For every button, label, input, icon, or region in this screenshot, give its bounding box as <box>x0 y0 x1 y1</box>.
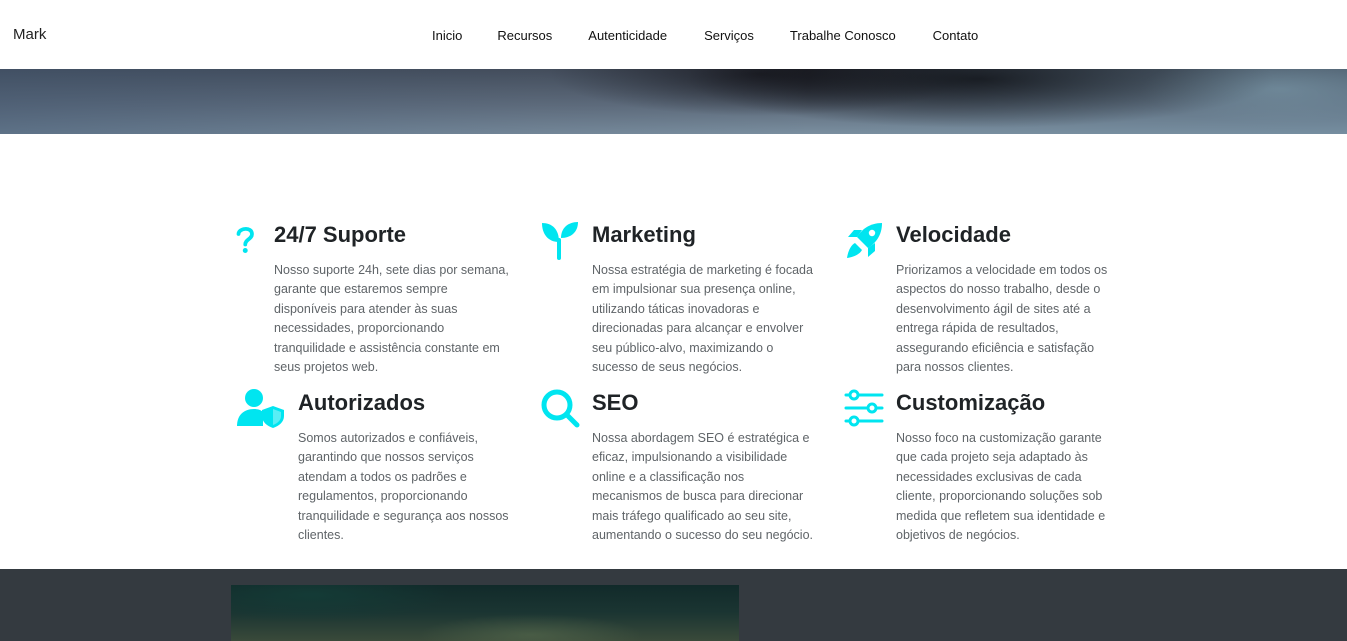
nav-link-servicos[interactable]: Serviços <box>704 28 754 43</box>
nav-link-trabalhe-conosco[interactable]: Trabalhe Conosco <box>790 28 896 43</box>
features-section: 24/7 Suporte Nosso suporte 24h, sete dia… <box>0 134 1347 569</box>
nav-link-contato[interactable]: Contato <box>933 28 979 43</box>
navbar: Mark Inicio Recursos Autenticidade Servi… <box>0 0 1347 69</box>
feature-title: Customização <box>896 390 1046 415</box>
rocket-icon <box>847 223 882 258</box>
feature-title: 24/7 Suporte <box>274 222 407 247</box>
brand-logo[interactable]: Mark <box>13 26 46 43</box>
dark-section <box>0 569 1347 641</box>
feature-title: SEO <box>592 390 639 415</box>
feature-customizacao: Customização Nosso foco na customização … <box>844 388 1134 548</box>
user-shield-icon <box>237 389 284 428</box>
feature-title: Autorizados <box>298 390 426 415</box>
feature-suporte: 24/7 Suporte Nosso suporte 24h, sete dia… <box>234 220 514 380</box>
feature-description: Nosso suporte 24h, sete dias por semana,… <box>274 263 509 375</box>
feature-description: Priorizamos a velocidade em todos os asp… <box>896 263 1108 375</box>
section-image <box>231 585 739 641</box>
feature-description: Nossa abordagem SEO é estratégica e efic… <box>592 431 813 543</box>
feature-description: Nosso foco na customização garante que c… <box>896 431 1106 543</box>
feature-seo: SEO Nossa abordagem SEO é estratégica e … <box>540 388 820 568</box>
feature-title: Velocidade <box>896 222 1011 247</box>
feature-description: Somos autorizados e confiáveis, garantin… <box>298 431 509 543</box>
feature-title: Marketing <box>592 222 696 247</box>
search-icon <box>541 389 580 428</box>
nav-menu: Inicio Recursos Autenticidade Serviços T… <box>432 27 978 45</box>
feature-description: Nossa estratégia de marketing é focada e… <box>592 263 813 375</box>
feature-velocidade: Velocidade Priorizamos a velocidade em t… <box>844 220 1134 380</box>
nav-link-inicio[interactable]: Inicio <box>432 28 462 43</box>
sprout-icon <box>542 222 578 260</box>
nav-link-autenticidade[interactable]: Autenticidade <box>588 28 667 43</box>
nav-link-recursos[interactable]: Recursos <box>497 28 552 43</box>
question-icon <box>236 227 254 253</box>
sliders-icon <box>844 389 884 427</box>
feature-marketing: Marketing Nossa estratégia de marketing … <box>540 220 820 380</box>
hero-image <box>0 69 1347 134</box>
feature-autorizados: Autorizados Somos autorizados e confiáve… <box>236 388 516 548</box>
